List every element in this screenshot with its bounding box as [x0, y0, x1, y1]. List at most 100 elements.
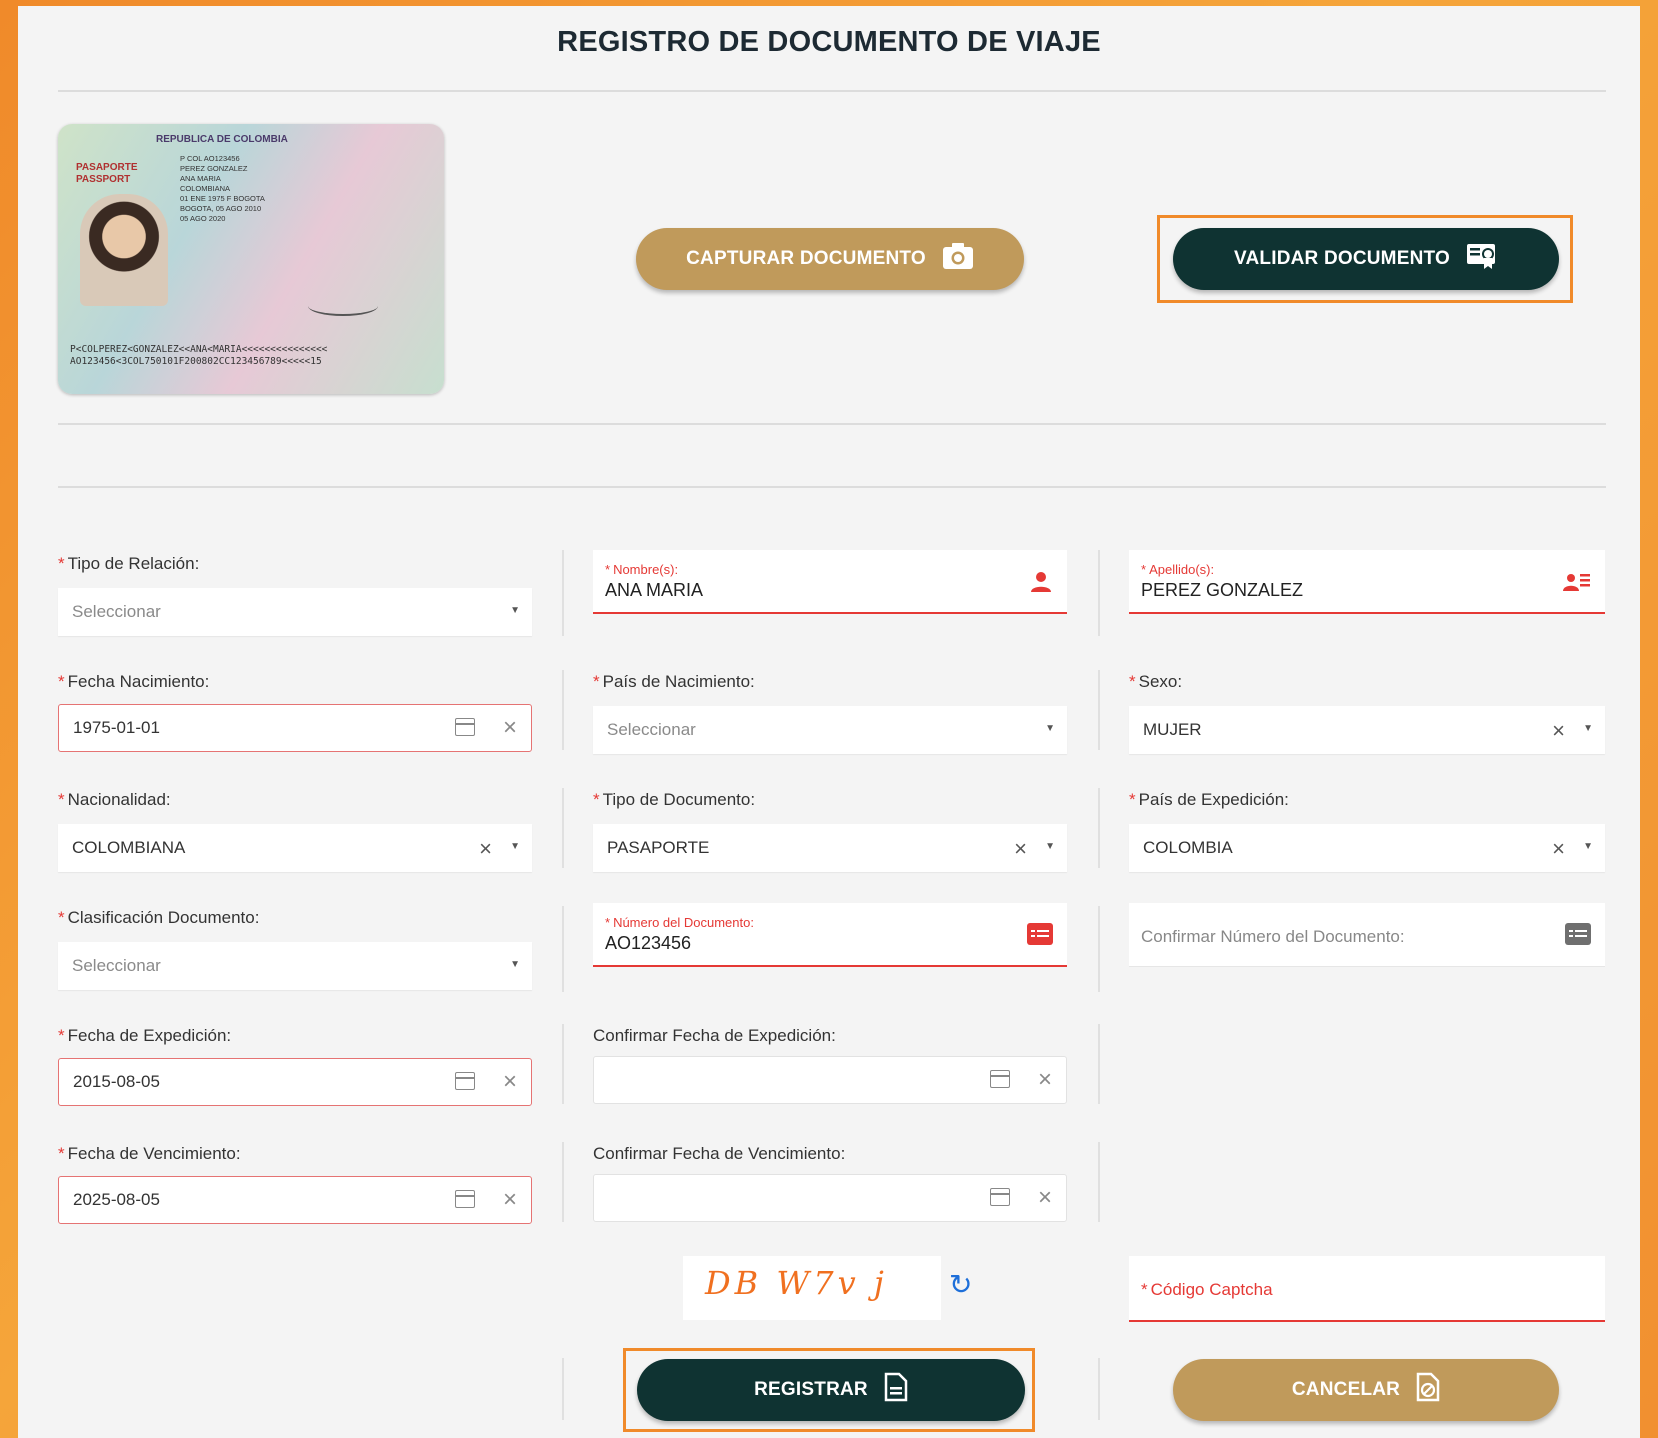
- fecha-vencimiento-value: 2025-08-05: [73, 1190, 160, 1209]
- clear-icon[interactable]: ×: [1552, 718, 1565, 744]
- clear-icon[interactable]: ×: [1038, 1066, 1052, 1094]
- passport-details: P COL AO123456 PEREZ GONZALEZ ANA MARIA …: [180, 154, 265, 223]
- captcha-field[interactable]: * Código Captcha: [1129, 1256, 1605, 1322]
- separator: [1098, 1024, 1100, 1104]
- registration-panel: REGISTRO DE DOCUMENTO DE VIAJE REPUBLICA…: [18, 6, 1640, 1438]
- cancel-label: CANCELAR: [1291, 1379, 1401, 1400]
- passport-country: REPUBLICA DE COLOMBIA: [156, 134, 288, 145]
- fecha-nacimiento-value: 1975-01-01: [73, 718, 160, 737]
- clear-icon[interactable]: ×: [1552, 836, 1565, 862]
- clear-icon[interactable]: ×: [479, 836, 492, 862]
- nacionalidad-select[interactable]: COLOMBIANA × ▼: [58, 824, 532, 872]
- tipo-relacion-placeholder: Seleccionar: [72, 602, 161, 621]
- pais-expedicion-select[interactable]: COLOMBIA × ▼: [1129, 824, 1605, 872]
- passport-mrz: P<COLPEREZ<GONZALEZ<<ANA<MARIA<<<<<<<<<<…: [70, 344, 434, 368]
- nombres-field[interactable]: * Nombre(s): ANA MARIA: [593, 550, 1067, 614]
- calendar-icon[interactable]: [990, 1070, 1010, 1088]
- calendar-icon[interactable]: [455, 718, 475, 736]
- separator: [562, 1024, 564, 1104]
- captcha-text: DB W7v j: [705, 1264, 888, 1302]
- validate-document-button[interactable]: VALIDAR DOCUMENTO: [1173, 228, 1559, 290]
- separator: [562, 1358, 564, 1420]
- calendar-icon[interactable]: [455, 1072, 475, 1090]
- numero-documento-field[interactable]: * Número del Documento: AO123456: [593, 903, 1067, 967]
- register-button[interactable]: REGISTRAR: [637, 1359, 1025, 1421]
- capture-document-label: CAPTURAR DOCUMENTO: [686, 248, 926, 269]
- validate-document-label: VALIDAR DOCUMENTO: [1234, 248, 1450, 269]
- user-icon: [1029, 570, 1053, 599]
- confirmar-fecha-vencimiento-input[interactable]: ×: [593, 1174, 1067, 1222]
- separator: [562, 550, 564, 636]
- separator: [1098, 1142, 1100, 1222]
- register-label: REGISTRAR: [754, 1379, 868, 1400]
- confirmar-fecha-expedicion-label: Confirmar Fecha de Expedición:: [593, 1026, 836, 1045]
- chevron-down-icon: ▼: [510, 605, 520, 616]
- certificate-icon: [1466, 242, 1498, 276]
- pais-expedicion-value: COLOMBIA: [1143, 838, 1233, 857]
- sexo-label: * Sexo:: [1129, 672, 1183, 691]
- nombres-label: * Nombre(s):: [605, 562, 679, 577]
- separator: [1098, 906, 1100, 992]
- user-list-icon: [1563, 570, 1591, 599]
- separator: [1098, 550, 1100, 636]
- clear-icon[interactable]: ×: [1014, 836, 1027, 862]
- divider: [58, 423, 1606, 425]
- sexo-select[interactable]: MUJER × ▼: [1129, 706, 1605, 754]
- pais-nacimiento-label: * País de Nacimiento:: [593, 672, 755, 691]
- cancel-button[interactable]: CANCELAR: [1173, 1359, 1559, 1421]
- nombres-value: ANA MARIA: [605, 580, 704, 600]
- tipo-relacion-select[interactable]: Seleccionar ▼: [58, 588, 532, 636]
- separator: [562, 788, 564, 868]
- tipo-documento-label: * Tipo de Documento:: [593, 790, 756, 809]
- mrz-line-1: P<COLPEREZ<GONZALEZ<<ANA<MARIA<<<<<<<<<<…: [70, 344, 328, 355]
- captcha-label: * Código Captcha: [1141, 1280, 1273, 1299]
- camera-icon: [942, 242, 974, 276]
- pais-nacimiento-select[interactable]: Seleccionar ▼: [593, 706, 1067, 754]
- mrz-line-2: AO123456<3COL750101F200802CC123456789<<<…: [70, 356, 322, 367]
- pais-nacimiento-placeholder: Seleccionar: [607, 720, 696, 739]
- confirmar-fecha-expedicion-input[interactable]: ×: [593, 1056, 1067, 1104]
- tipo-documento-select[interactable]: PASAPORTE × ▼: [593, 824, 1067, 872]
- pais-expedicion-label: * País de Expedición:: [1129, 790, 1289, 809]
- confirmar-numero-field[interactable]: Confirmar Número del Documento:: [1129, 903, 1605, 967]
- numero-documento-value: AO123456: [605, 933, 692, 953]
- chevron-down-icon: ▼: [510, 959, 520, 970]
- nacionalidad-value: COLOMBIANA: [72, 838, 186, 857]
- chevron-down-icon: ▼: [510, 841, 520, 852]
- fecha-expedicion-input[interactable]: 2015-08-05 ×: [58, 1058, 532, 1106]
- apellidos-value: PEREZ GONZALEZ: [1141, 580, 1304, 600]
- clear-icon[interactable]: ×: [1038, 1184, 1052, 1212]
- passport-image: REPUBLICA DE COLOMBIA PASAPORTE PASSPORT…: [58, 124, 444, 394]
- separator: [562, 670, 564, 750]
- fecha-nacimiento-input[interactable]: 1975-01-01 ×: [58, 704, 532, 752]
- passport-signature: [308, 296, 378, 316]
- fecha-vencimiento-label: * Fecha de Vencimiento:: [58, 1144, 241, 1163]
- passport-photo: [80, 194, 168, 306]
- clear-icon[interactable]: ×: [503, 1186, 517, 1214]
- separator: [562, 1142, 564, 1222]
- chevron-down-icon: ▼: [1045, 723, 1055, 734]
- apellidos-label: * Apellido(s):: [1141, 562, 1215, 577]
- nacionalidad-label: * Nacionalidad:: [58, 790, 171, 809]
- refresh-icon[interactable]: ↻: [949, 1268, 972, 1301]
- separator: [1098, 1358, 1100, 1420]
- clasificacion-select[interactable]: Seleccionar ▼: [58, 942, 532, 990]
- confirmar-fecha-vencimiento-label: Confirmar Fecha de Vencimiento:: [593, 1144, 846, 1163]
- calendar-icon[interactable]: [455, 1190, 475, 1208]
- clear-icon[interactable]: ×: [503, 1068, 517, 1096]
- apellidos-field[interactable]: * Apellido(s): PEREZ GONZALEZ: [1129, 550, 1605, 614]
- chevron-down-icon: ▼: [1583, 841, 1593, 852]
- document-icon: [884, 1372, 908, 1408]
- document-cancel-icon: [1416, 1372, 1440, 1408]
- divider: [58, 486, 1606, 488]
- clear-icon[interactable]: ×: [503, 714, 517, 742]
- clasificacion-label: * Clasificación Documento:: [58, 908, 260, 927]
- capture-document-button[interactable]: CAPTURAR DOCUMENTO: [636, 228, 1024, 290]
- separator: [1098, 788, 1100, 868]
- id-card-icon: [1027, 923, 1053, 950]
- id-card-icon: [1565, 923, 1591, 950]
- fecha-vencimiento-input[interactable]: 2025-08-05 ×: [58, 1176, 532, 1224]
- tipo-documento-value: PASAPORTE: [607, 838, 710, 857]
- chevron-down-icon: ▼: [1045, 841, 1055, 852]
- calendar-icon[interactable]: [990, 1188, 1010, 1206]
